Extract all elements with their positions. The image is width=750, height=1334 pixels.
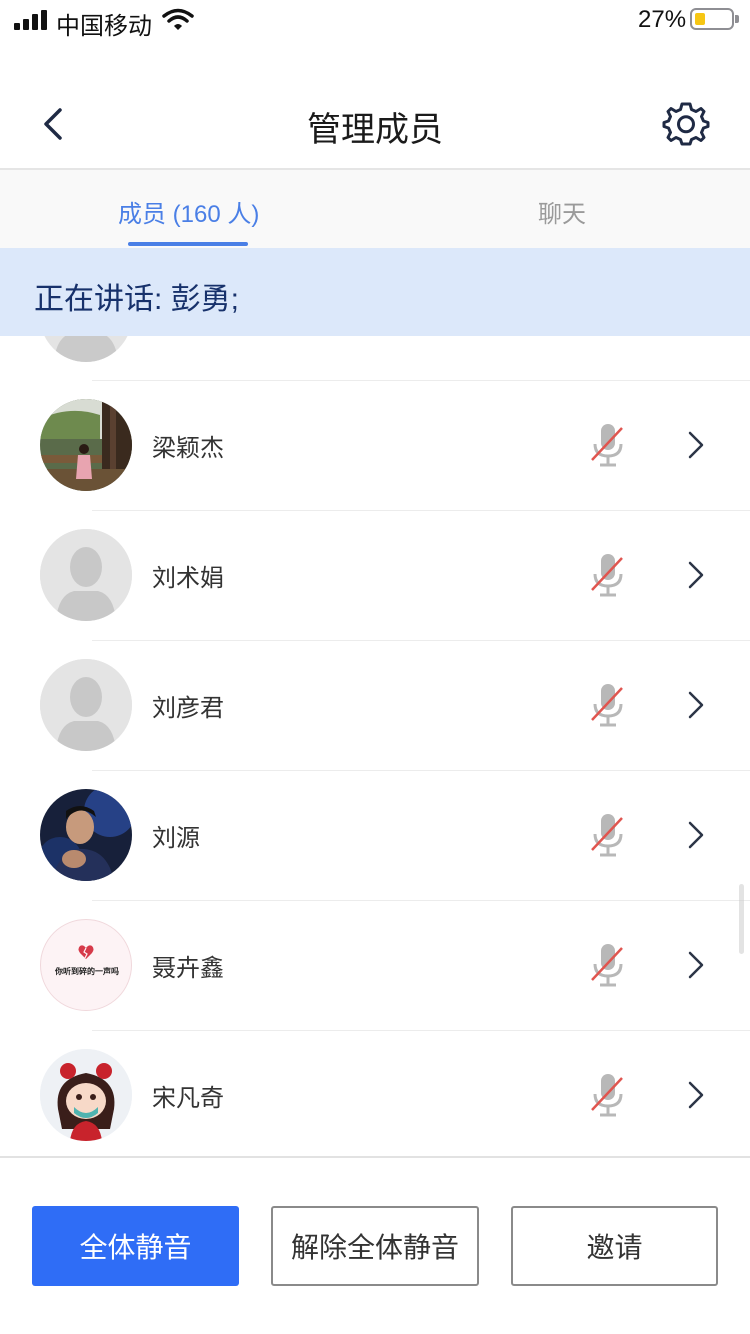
mute-all-button[interactable]: 全体静音 (32, 1206, 239, 1286)
nav-bar: 管理成员 (0, 80, 750, 170)
status-bar: 中国移动 27% (0, 0, 750, 40)
member-name: 宋凡奇 (152, 1085, 224, 1112)
list-item[interactable]: 宋凡奇 (0, 1030, 750, 1156)
avatar (40, 399, 132, 491)
carrier-name: 中国移动 (56, 13, 152, 40)
scrollbar[interactable] (739, 884, 744, 954)
invite-button[interactable]: 邀请 (511, 1206, 718, 1286)
avatar: 你听到碎的一声吗 (40, 919, 132, 1011)
divider (92, 510, 750, 511)
tab-chat[interactable]: 聊天 (538, 194, 586, 229)
chevron-right-icon[interactable] (684, 688, 708, 722)
wifi-icon (162, 8, 194, 30)
list-item[interactable]: 梁颖杰 (0, 380, 750, 510)
avatar (40, 529, 132, 621)
battery-percent: 27% (638, 6, 687, 33)
battery-icon (690, 8, 739, 30)
signal-icon (14, 10, 48, 30)
list-item[interactable]: 你听到碎的一声吗 聂卉鑫 (0, 900, 750, 1030)
tab-bar: 成员 (160 人) 聊天 (0, 170, 750, 248)
member-name: 聂卉鑫 (152, 955, 224, 982)
mic-muted-icon[interactable] (588, 550, 628, 600)
speaking-banner: 正在讲话: 彭勇; (0, 248, 750, 336)
mic-muted-icon[interactable] (588, 680, 628, 730)
avatar (40, 789, 132, 881)
speaking-text: 正在讲话: 彭勇; (34, 283, 240, 316)
chevron-right-icon[interactable] (684, 948, 708, 982)
divider (92, 380, 750, 381)
page-title: 管理成员 (307, 111, 443, 149)
member-name: 刘源 (152, 825, 200, 852)
member-list[interactable]: 梁颖杰 刘术娟 刘彦君 刘源 你听到碎的一声吗 聂卉鑫 宋凡奇 (0, 336, 750, 1156)
list-item[interactable]: 刘源 (0, 770, 750, 900)
list-item[interactable]: 刘术娟 (0, 510, 750, 640)
divider (92, 900, 750, 901)
avatar (40, 336, 132, 362)
action-bar: 全体静音 解除全体静音 邀请 (0, 1156, 750, 1334)
list-item[interactable]: 刘彦君 (0, 640, 750, 770)
avatar (40, 659, 132, 751)
avatar (40, 1049, 132, 1141)
chevron-right-icon[interactable] (684, 428, 708, 462)
divider (92, 1030, 750, 1031)
divider (92, 770, 750, 771)
member-name: 梁颖杰 (152, 435, 224, 462)
tab-members[interactable]: 成员 (160 人) (118, 194, 259, 229)
chevron-right-icon[interactable] (684, 1078, 708, 1112)
avatar-text: 你听到碎的一声吗 (55, 967, 119, 976)
tab-active-indicator (128, 242, 248, 246)
mic-muted-icon[interactable] (588, 940, 628, 990)
divider (92, 640, 750, 641)
unmute-all-button[interactable]: 解除全体静音 (271, 1206, 479, 1286)
gear-icon[interactable] (662, 100, 710, 148)
chevron-right-icon[interactable] (684, 558, 708, 592)
mic-muted-icon[interactable] (588, 810, 628, 860)
member-name: 刘术娟 (152, 565, 224, 592)
mic-muted-icon[interactable] (588, 420, 628, 470)
mic-muted-icon[interactable] (588, 1070, 628, 1120)
chevron-right-icon[interactable] (684, 818, 708, 852)
member-name: 刘彦君 (152, 695, 224, 722)
